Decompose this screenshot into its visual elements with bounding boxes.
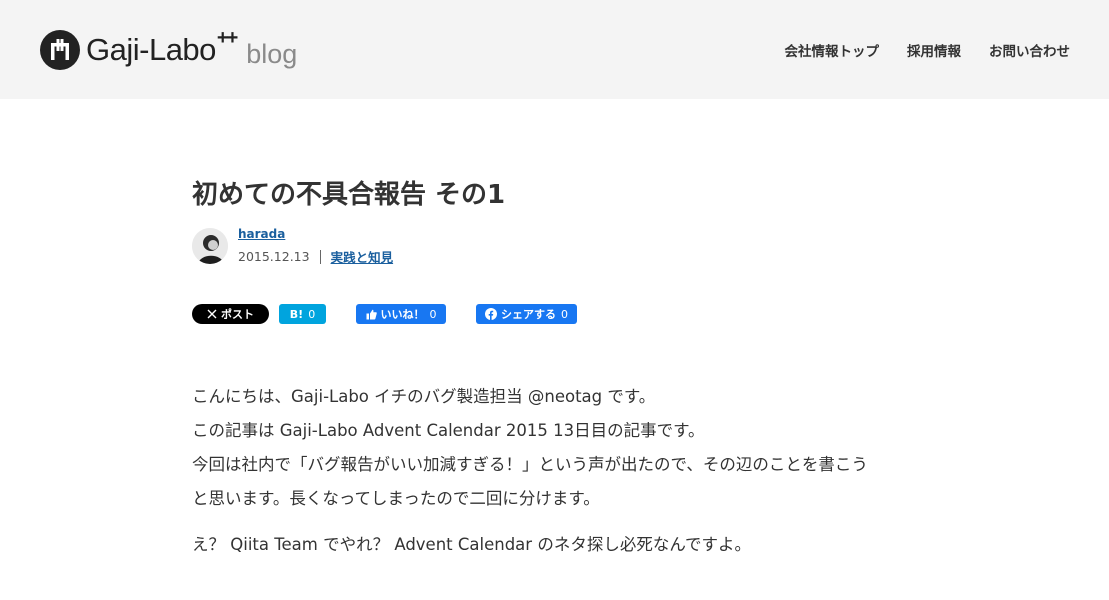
share-buttons: ポスト B! 0 いいね！ 0 シェアする 0 [192, 304, 592, 324]
logo-plus: ++ [216, 26, 238, 49]
nav-company-top[interactable]: 会社情報トップ [785, 40, 880, 60]
post-meta: 2015.12.13 実践と知見 [238, 247, 393, 266]
like-label: いいね！ [380, 308, 425, 321]
body-line: こんにちは、Gaji-Labo イチのバグ製造担当 @neotag です。 [192, 387, 656, 406]
thumbs-up-icon [366, 309, 377, 320]
facebook-like-button[interactable]: いいね！ 0 [356, 304, 446, 324]
body-line: 今回は社内で「バグ報告がいい加減すぎる！」という声が出たので、その辺のことを書こ… [192, 455, 868, 474]
post-date: 2015.12.13 [238, 249, 310, 264]
hatena-label: B! [289, 307, 304, 321]
x-post-label: ポスト [221, 308, 254, 321]
nav-contact[interactable]: お問い合わせ [989, 40, 1070, 60]
like-count: 0 [429, 307, 437, 321]
body-line: この記事は Gaji-Labo Advent Calendar 2015 13日… [192, 421, 705, 440]
logo-blog: blog [246, 39, 298, 69]
site-logo[interactable]: Gaji-Labo ++ blog [40, 26, 297, 70]
global-nav: 会社情報トップ 採用情報 お問い合わせ [785, 40, 1071, 60]
post-body: こんにちは、Gaji-Labo イチのバグ製造担当 @neotag です。 この… [192, 380, 932, 562]
hatena-bookmark-button[interactable]: B! 0 [279, 304, 326, 324]
logo-text: Gaji-Labo [86, 32, 216, 67]
site-header: Gaji-Labo ++ blog 会社情報トップ 採用情報 お問い合わせ [0, 0, 1109, 99]
hatena-count: 0 [308, 307, 316, 321]
meta-divider [319, 249, 321, 264]
fb-share-count: 0 [561, 307, 568, 321]
author-link[interactable]: harada [238, 227, 285, 241]
gaji-labo-logo-icon [40, 30, 80, 70]
facebook-share-button[interactable]: シェアする 0 [476, 304, 577, 324]
category-link[interactable]: 実践と知見 [331, 247, 394, 266]
nav-recruit[interactable]: 採用情報 [907, 40, 961, 60]
facebook-icon [485, 308, 497, 320]
body-line: え？ Qiita Team でやれ？ Advent Calendar のネタ探し… [192, 535, 751, 554]
x-post-button[interactable]: ポスト [192, 304, 269, 324]
fb-share-label: シェアする [501, 308, 556, 321]
x-logo-icon [207, 309, 217, 319]
post-title: 初めての不具合報告 その1 [192, 180, 506, 210]
author-avatar[interactable] [192, 228, 228, 264]
body-line: と思います。長くなってしまったので二回に分けます。 [192, 489, 600, 508]
